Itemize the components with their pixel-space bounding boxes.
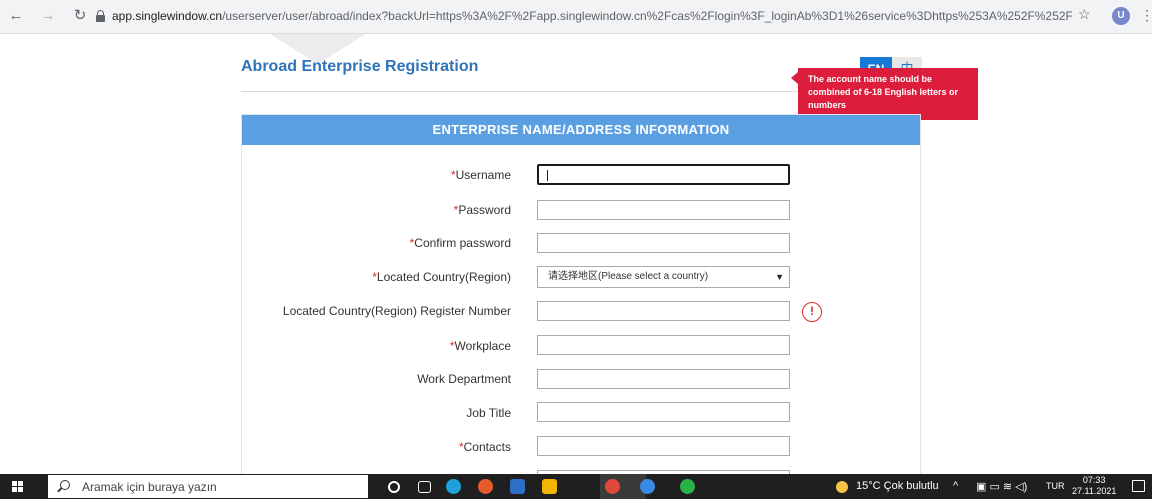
search-icon <box>60 480 70 490</box>
windows-start-icon[interactable] <box>12 481 24 493</box>
password-label: *Password <box>453 203 511 217</box>
store-icon[interactable] <box>510 479 525 494</box>
weather-text[interactable]: 15°C Çok bulutlu <box>856 480 939 492</box>
error-icon: ! <box>802 302 822 322</box>
reload-icon[interactable]: ↻ <box>72 8 88 24</box>
country-select-value: 请选择地区(Please select a country) <box>548 271 709 282</box>
wechat-icon[interactable] <box>680 479 695 494</box>
url-path: /userserver/user/abroad/index?backUrl=ht… <box>222 9 1072 23</box>
back-icon[interactable]: ← <box>8 8 24 24</box>
tray-icons[interactable]: ▣ ▭ ≋ ◁) <box>976 480 1027 493</box>
contacts-input[interactable] <box>537 436 790 456</box>
language-indicator[interactable]: TUR <box>1046 481 1065 491</box>
page-title: Abroad Enterprise Registration <box>241 58 479 75</box>
register-number-label: Located Country(Region) Register Number <box>282 304 511 318</box>
notification-icon[interactable] <box>1132 480 1145 492</box>
confirm-password-input[interactable] <box>537 233 790 253</box>
bookmark-star-icon[interactable]: ☆ <box>1078 6 1091 23</box>
cortana-icon[interactable] <box>388 481 400 493</box>
lock-icon <box>96 10 105 22</box>
clock-time: 07:33 <box>1082 475 1106 485</box>
work-department-label: Work Department <box>417 372 511 386</box>
workplace-label: *Workplace <box>449 339 511 353</box>
url-text[interactable]: app.singlewindow.cn/userserver/user/abro… <box>112 9 1072 23</box>
file-explorer-icon[interactable] <box>542 479 557 494</box>
workplace-input[interactable] <box>537 335 790 355</box>
work-department-input[interactable] <box>537 369 790 389</box>
firefox-icon[interactable] <box>478 479 493 494</box>
taskbar-clock[interactable]: 07:33 27.11.2021 <box>1072 475 1116 497</box>
chrome-icon[interactable] <box>605 479 620 494</box>
url-host: app.singlewindow.cn <box>112 9 223 23</box>
country-label: *Located Country(Region) <box>372 270 511 284</box>
job-title-label: Job Title <box>466 406 511 420</box>
tray-chevron-icon[interactable]: ^ <box>953 480 958 492</box>
password-input[interactable] <box>537 200 790 220</box>
shield-app-icon[interactable] <box>640 479 655 494</box>
contacts-label: *Contacts <box>458 440 511 454</box>
screen: ← → ↻ app.singlewindow.cn/userserver/use… <box>0 0 1152 499</box>
address-bar[interactable]: app.singlewindow.cn/userserver/user/abro… <box>96 5 1096 29</box>
task-view-icon[interactable] <box>418 481 431 493</box>
forward-icon[interactable]: → <box>40 8 56 24</box>
taskbar-search[interactable]: Aramak için buraya yazın <box>48 475 368 498</box>
register-number-input[interactable] <box>537 301 790 321</box>
windows-taskbar: Aramak için buraya yazın 15°C Çok bulutl… <box>0 474 1152 499</box>
chevron-down-icon: ▼ <box>775 272 784 282</box>
browser-menu-icon[interactable]: ⋮ <box>1140 7 1152 24</box>
profile-avatar[interactable]: U <box>1112 7 1130 25</box>
username-label: *Username <box>450 168 511 182</box>
edge-icon[interactable] <box>446 479 461 494</box>
browser-toolbar: ← → ↻ app.singlewindow.cn/userserver/use… <box>0 0 1152 34</box>
text-caret <box>547 170 548 181</box>
weather-icon[interactable] <box>836 481 848 493</box>
clock-date: 27.11.2021 <box>1072 486 1117 496</box>
taskbar-search-placeholder: Aramak için buraya yazın <box>82 480 217 494</box>
country-select[interactable]: 请选择地区(Please select a country) ▼ <box>537 266 790 288</box>
validation-tooltip: The account name should be combined of 6… <box>791 68 978 120</box>
username-input[interactable] <box>537 164 790 185</box>
job-title-input[interactable] <box>537 402 790 422</box>
section-header: ENTERPRISE NAME/ADDRESS INFORMATION <box>242 115 920 145</box>
confirm-password-label: *Confirm password <box>409 236 511 250</box>
